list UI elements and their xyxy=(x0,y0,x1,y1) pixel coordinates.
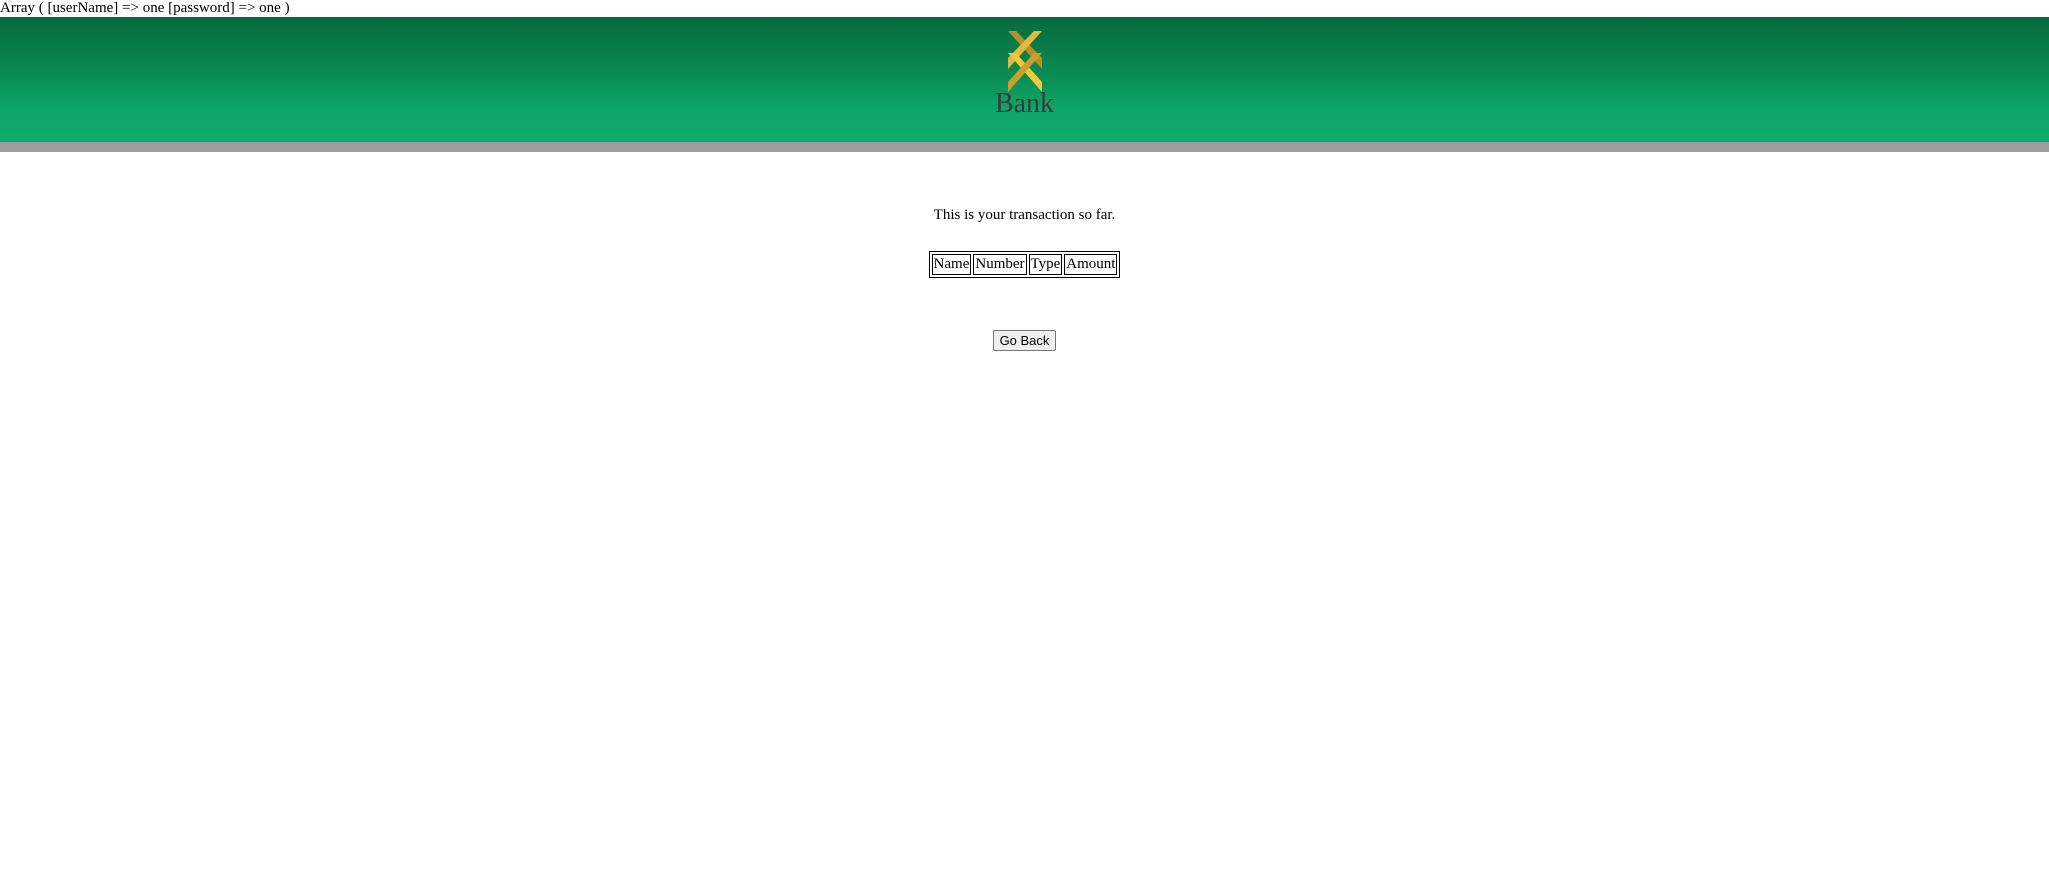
transaction-table: Name Number Type Amount xyxy=(928,251,1121,278)
logo[interactable]: Bank xyxy=(990,30,1060,118)
column-header-amount: Amount xyxy=(1064,254,1118,275)
column-header-name: Name xyxy=(931,254,972,275)
site-header: Bank xyxy=(0,17,2049,142)
logo-text: Bank xyxy=(994,88,1055,119)
bank-logo-icon xyxy=(1007,31,1042,92)
debug-output: Array ( [userName] => one [password] => … xyxy=(0,0,290,16)
go-back-button[interactable]: Go Back xyxy=(992,330,1057,351)
transaction-message: This is your transaction so far. xyxy=(933,207,1116,223)
go-back-container: Go Back xyxy=(0,330,2049,351)
header-divider xyxy=(0,142,2049,152)
column-header-number: Number xyxy=(973,254,1027,275)
column-header-type: Type xyxy=(1028,254,1063,275)
main-content: This is your transaction so far. Name Nu… xyxy=(0,152,2049,351)
table-header-row: Name Number Type Amount xyxy=(931,254,1118,275)
